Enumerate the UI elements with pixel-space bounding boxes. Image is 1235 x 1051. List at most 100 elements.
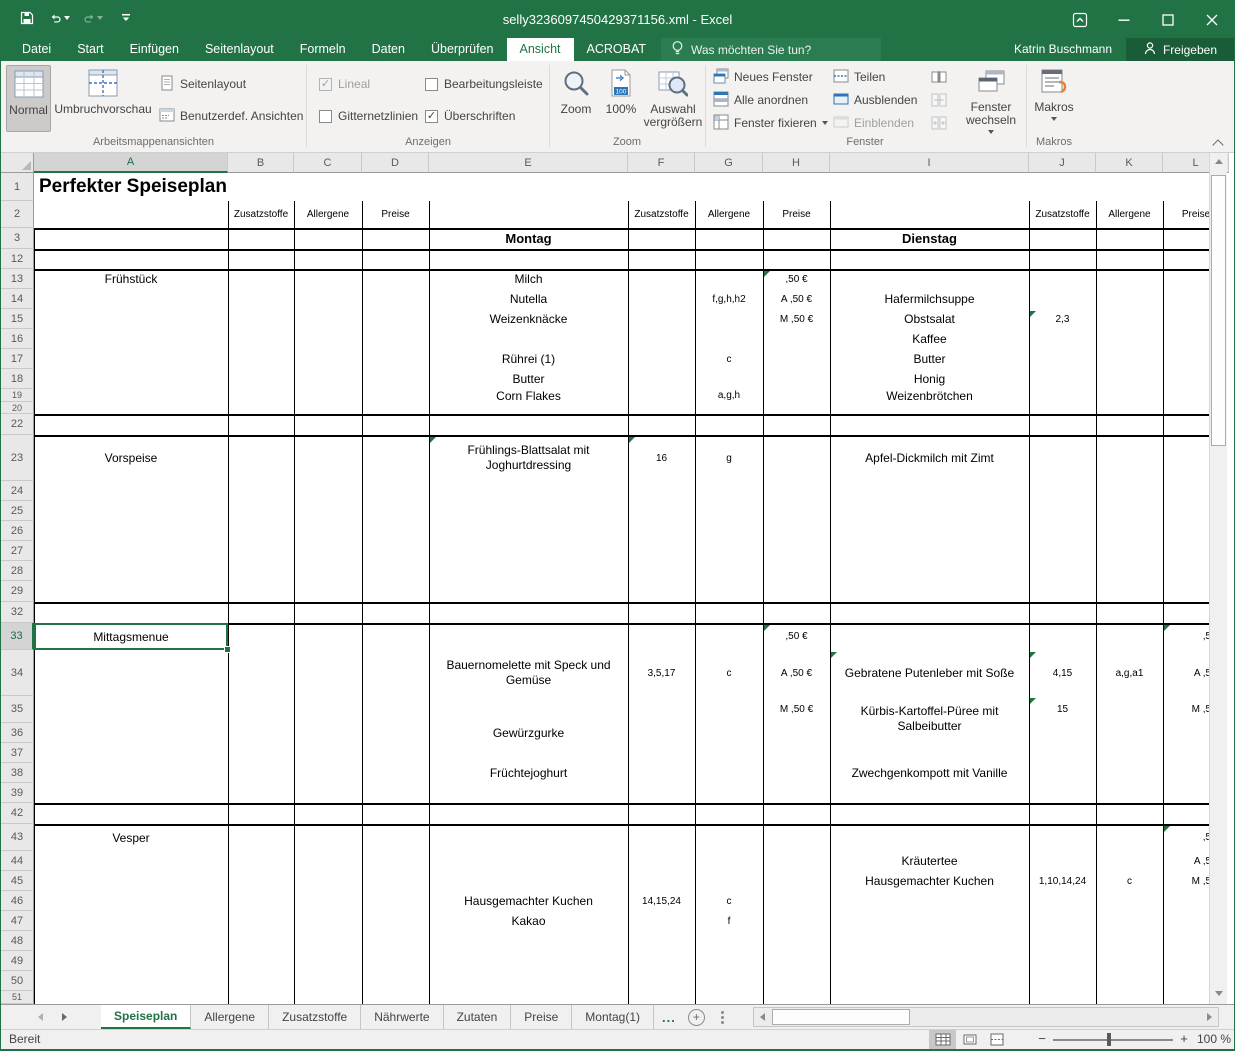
row-header-25[interactable]: 25 [1,501,34,521]
row-header-37[interactable]: 37 [1,743,34,763]
cell-J15[interactable]: 2,3 [1029,309,1096,329]
cell-I17[interactable]: Butter [830,349,1029,369]
row-header-22[interactable]: 22 [1,414,34,435]
row-header-46[interactable]: 46 [1,891,34,911]
page-break-preview-shortcut-icon[interactable] [983,1030,1010,1049]
sheet-nav-right-icon[interactable] [53,1005,75,1029]
row-header-44[interactable]: 44 [1,851,34,871]
column-header-A[interactable]: A [34,153,228,173]
row-header-28[interactable]: 28 [1,561,34,581]
row-header-33[interactable]: 33 [1,623,34,650]
sheet-tab-allergene[interactable]: Allergene [191,1005,269,1029]
cell-K34[interactable]: a,g,a1 [1096,650,1163,696]
horizontal-scrollbar[interactable] [753,1007,1219,1027]
zoom-out-button[interactable]: − [1035,1031,1049,1046]
row-header-27[interactable]: 27 [1,541,34,561]
column-header-H[interactable]: H [763,153,830,173]
more-sheets-indicator[interactable]: ... [654,1005,684,1029]
select-all-button[interactable] [1,153,34,173]
sheet-tab-nährwerte[interactable]: Nährwerte [361,1005,443,1029]
cell-G23[interactable]: g [695,435,763,481]
scroll-left-icon[interactable] [755,1009,770,1025]
scroll-down-icon[interactable] [1210,985,1227,1002]
row-header-2[interactable]: 2 [1,201,34,228]
cell-D2[interactable]: Preise [362,201,429,228]
cell-G17[interactable]: c [695,349,763,369]
cell-E17[interactable]: Rührei (1) [429,349,628,369]
row-header-13[interactable]: 13 [1,269,34,289]
cell-I44[interactable]: Kräutertee [830,851,1029,871]
cell-G34[interactable]: c [695,650,763,696]
zoom-slider-track[interactable] [1053,1039,1173,1041]
cell-I3[interactable]: Dienstag [830,228,1029,249]
cell-G47[interactable]: f [695,911,763,931]
normal-view-shortcut-icon[interactable] [929,1030,956,1049]
scroll-up-icon[interactable] [1210,153,1227,170]
column-header-J[interactable]: J [1029,153,1096,173]
cell-H13[interactable]: ,50 € [763,269,830,289]
row-header-35[interactable]: 35 [1,696,34,723]
cell-I15[interactable]: Obstsalat [830,309,1029,329]
row-header-47[interactable]: 47 [1,911,34,931]
scroll-right-icon[interactable] [1202,1009,1217,1025]
zoom-level[interactable]: 100 % [1189,1032,1231,1046]
horizontal-scrollbar-thumb[interactable] [772,1009,910,1025]
row-header-42[interactable]: 42 [1,803,34,824]
cell-J35[interactable]: 15 [1029,696,1096,723]
row-header-50[interactable]: 50 [1,971,34,991]
cell-E3[interactable]: Montag [429,228,628,249]
cell-A13[interactable]: Frühstück [34,269,228,289]
cell-I18[interactable]: Honig [830,369,1029,389]
cell-I34[interactable]: Gebratene Putenleber mit Soße [830,650,1029,696]
column-header-B[interactable]: B [228,153,294,173]
row-header-36[interactable]: 36 [1,723,34,743]
sheet-tab-montag(1)[interactable]: Montag(1) [572,1005,654,1029]
cell-K2[interactable]: Allergene [1096,201,1163,228]
sheet-tab-speiseplan[interactable]: Speiseplan [101,1005,191,1029]
cell-E38[interactable]: Früchtejoghurt [429,763,628,783]
cell-E19[interactable]: Corn Flakes [429,389,628,402]
row-header-1[interactable]: 1 [1,173,34,201]
cell-E14[interactable]: Nutella [429,289,628,309]
sheet-tab-zutaten[interactable]: Zutaten [444,1005,512,1029]
cell-E13[interactable]: Milch [429,269,628,289]
row-header-45[interactable]: 45 [1,871,34,891]
cell-E34[interactable]: Bauernomelette mit Speck und Gemüse [429,650,628,696]
cell-C2[interactable]: Allergene [294,201,362,228]
cell-E15[interactable]: Weizenknäcke [429,309,628,329]
cell-B2[interactable]: Zusatzstoffe [228,201,294,228]
tab-overflow-icon[interactable] [721,1016,724,1019]
cell-I16[interactable]: Kaffee [830,329,1029,349]
sheet-tab-zusatzstoffe[interactable]: Zusatzstoffe [269,1005,361,1029]
column-header-G[interactable]: G [695,153,763,173]
row-header-39[interactable]: 39 [1,783,34,803]
add-sheet-button[interactable]: + [688,1009,705,1026]
row-header-48[interactable]: 48 [1,931,34,951]
row-header-18[interactable]: 18 [1,369,34,389]
cell-H35[interactable]: M ,50 € [763,696,830,723]
cell-A1[interactable]: Perfekter Speiseplan [34,173,634,201]
sheet-nav-left-icon[interactable] [29,1005,51,1029]
row-header-12[interactable]: 12 [1,249,34,269]
cell-H15[interactable]: M ,50 € [763,309,830,329]
page-layout-view-shortcut-icon[interactable] [956,1030,983,1049]
row-header-16[interactable]: 16 [1,329,34,349]
row-header-3[interactable]: 3 [1,228,34,249]
cell-H33[interactable]: ,50 € [763,623,830,650]
cell-E46[interactable]: Hausgemachter Kuchen [429,891,628,911]
row-header-26[interactable]: 26 [1,521,34,541]
cell-G14[interactable]: f,g,h,h2 [695,289,763,309]
cell-I14[interactable]: Hafermilchsuppe [830,289,1029,309]
cell-K45[interactable]: c [1096,871,1163,891]
cell-E47[interactable]: Kakao [429,911,628,931]
row-header-23[interactable]: 23 [1,435,34,481]
column-header-E[interactable]: E [429,153,628,173]
cell-G19[interactable]: a,g,h [695,389,763,402]
cell-J2[interactable]: Zusatzstoffe [1029,201,1096,228]
row-header-43[interactable]: 43 [1,824,34,851]
column-header-K[interactable]: K [1096,153,1163,173]
row-header-14[interactable]: 14 [1,289,34,309]
row-header-24[interactable]: 24 [1,481,34,501]
cell-F34[interactable]: 3,5,17 [628,650,695,696]
cell-F46[interactable]: 14,15,24 [628,891,695,911]
